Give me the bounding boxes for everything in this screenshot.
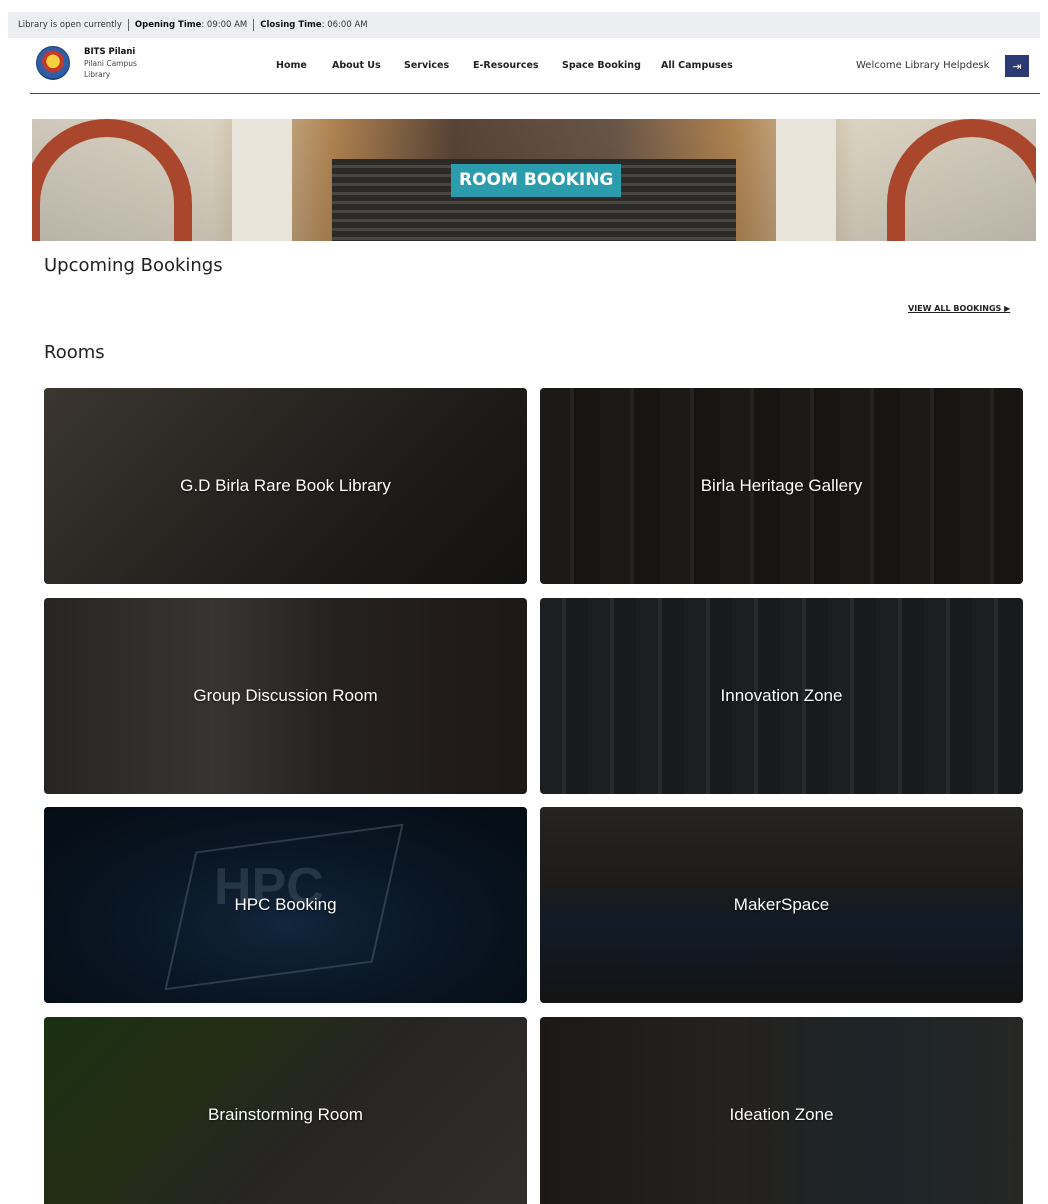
room-card-label: MakerSpace bbox=[733, 895, 830, 914]
room-card-heritage-gallery[interactable]: Birla Heritage Gallery bbox=[540, 388, 1023, 584]
room-card-label: Birla Heritage Gallery bbox=[700, 476, 863, 495]
banner-arch-left bbox=[32, 119, 192, 241]
room-card-label: Group Discussion Room bbox=[193, 686, 378, 705]
room-card-label: G.D Birla Rare Book Library bbox=[180, 476, 391, 495]
opening-time-value: : 09:00 AM bbox=[201, 20, 248, 30]
room-card-ideation-zone[interactable]: Ideation Zone bbox=[540, 1017, 1023, 1204]
banner-title: ROOM BOOKING bbox=[451, 164, 622, 197]
room-card-innovation-zone[interactable]: Innovation Zone bbox=[540, 598, 1023, 794]
room-card-makerspace[interactable]: MakerSpace bbox=[540, 807, 1023, 1003]
room-card-rare-book-library[interactable]: G.D Birla Rare Book Library bbox=[44, 388, 527, 584]
room-card-label: Brainstorming Room bbox=[208, 1105, 363, 1124]
rooms-heading: Rooms bbox=[44, 342, 105, 363]
upcoming-bookings-heading: Upcoming Bookings bbox=[44, 255, 223, 276]
nav-item-e-resources[interactable]: E-Resources bbox=[473, 60, 539, 71]
divider bbox=[127, 19, 129, 31]
library-status-bar: Library is open currently Opening Time :… bbox=[8, 12, 1040, 38]
banner-pillar-left bbox=[232, 119, 292, 241]
room-card-label: Ideation Zone bbox=[729, 1105, 834, 1124]
nav-item-all-campuses[interactable]: All Campuses bbox=[661, 60, 733, 71]
main-navbar: BITS Pilani Pilani Campus Library Home A… bbox=[30, 40, 1040, 94]
divider bbox=[253, 19, 255, 31]
opening-time-label: Opening Time bbox=[134, 20, 202, 30]
brand-library: Library bbox=[84, 69, 111, 79]
room-card-group-discussion[interactable]: Group Discussion Room bbox=[44, 598, 527, 794]
brand-text: BITS Pilani Pilani Campus Library bbox=[84, 47, 137, 80]
banner-pillar-right bbox=[776, 119, 836, 241]
brand-home-link[interactable]: BITS Pilani Pilani Campus Library bbox=[36, 46, 137, 80]
brand-name: BITS Pilani bbox=[84, 46, 136, 57]
logout-button[interactable]: ⇥ bbox=[1005, 55, 1029, 77]
library-status-text: Library is open currently bbox=[18, 20, 122, 30]
logout-icon: ⇥ bbox=[1012, 59, 1022, 73]
room-card-brainstorming-room[interactable]: Brainstorming Room bbox=[44, 1017, 527, 1204]
nav-item-about-us[interactable]: About Us bbox=[332, 60, 381, 71]
banner-arch-right bbox=[887, 119, 1036, 241]
nav-item-home[interactable]: Home bbox=[276, 60, 307, 71]
bits-logo-icon bbox=[36, 46, 70, 80]
nav-item-space-booking[interactable]: Space Booking bbox=[562, 60, 641, 71]
room-card-label: Innovation Zone bbox=[720, 686, 843, 705]
nav-item-services[interactable]: Services bbox=[404, 60, 449, 71]
room-card-hpc-booking[interactable]: HPC HPC Booking bbox=[44, 807, 527, 1003]
closing-time-value: : 06:00 AM bbox=[321, 20, 368, 30]
brand-campus: Pilani Campus bbox=[84, 58, 137, 68]
closing-time-label: Closing Time bbox=[260, 20, 322, 30]
room-card-label: HPC Booking bbox=[234, 895, 337, 914]
welcome-user-text: Welcome Library Helpdesk bbox=[856, 60, 990, 71]
view-all-bookings-link[interactable]: VIEW ALL BOOKINGS ▶ bbox=[908, 304, 1010, 313]
